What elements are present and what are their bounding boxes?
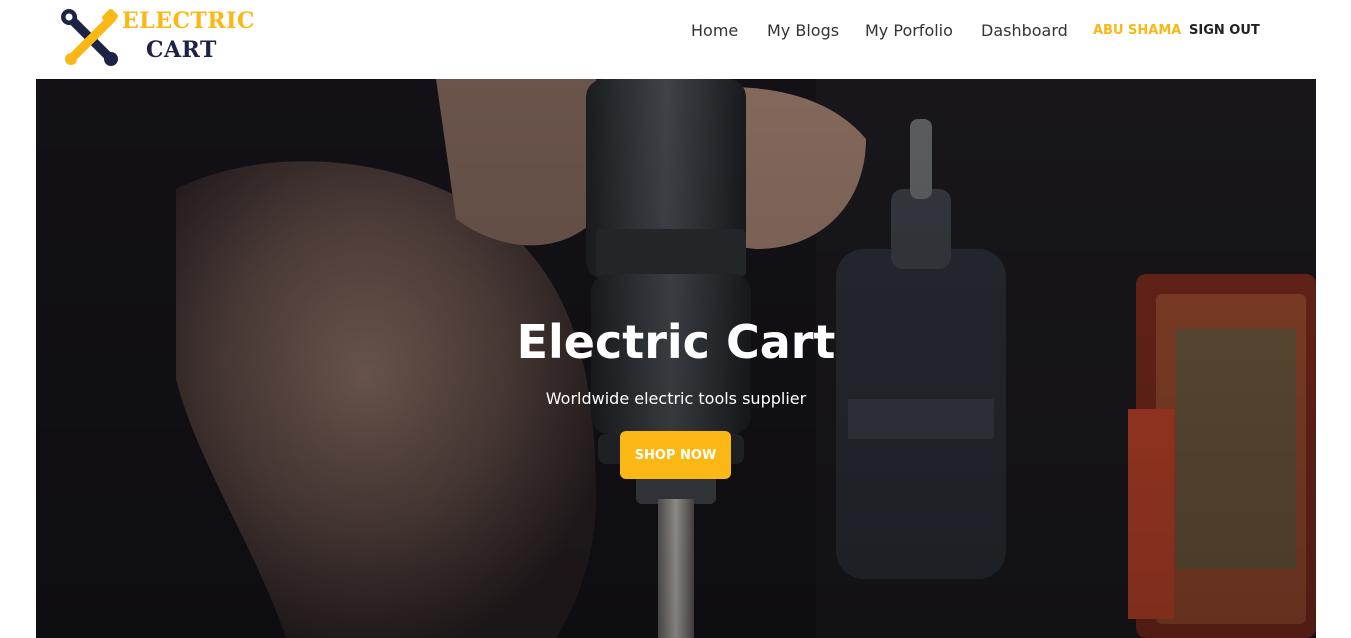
nav-my-portfolio[interactable]: My Porfolio bbox=[865, 21, 953, 40]
logo[interactable]: ELECTRIC CART bbox=[60, 6, 254, 68]
navbar: ELECTRIC CART Home My Blogs My Porfolio … bbox=[0, 0, 1351, 79]
hero-subtitle: Worldwide electric tools supplier bbox=[545, 389, 807, 408]
user-name: ABU SHAMA bbox=[1093, 23, 1182, 38]
hero-banner: Electric Cart Worldwide electric tools s… bbox=[36, 79, 1316, 638]
nav-dashboard[interactable]: Dashboard bbox=[981, 21, 1068, 40]
sign-out-button[interactable]: SIGN OUT bbox=[1189, 23, 1260, 38]
hero-title: Electric Cart bbox=[516, 315, 836, 369]
nav-home[interactable]: Home bbox=[691, 21, 738, 40]
logo-text-electric: ELECTRIC bbox=[122, 8, 255, 34]
logo-text-cart: CART bbox=[146, 37, 217, 63]
crossed-tools-icon bbox=[61, 9, 118, 66]
nav-my-blogs[interactable]: My Blogs bbox=[767, 21, 839, 40]
shop-now-button[interactable]: SHOP NOW bbox=[620, 431, 731, 479]
